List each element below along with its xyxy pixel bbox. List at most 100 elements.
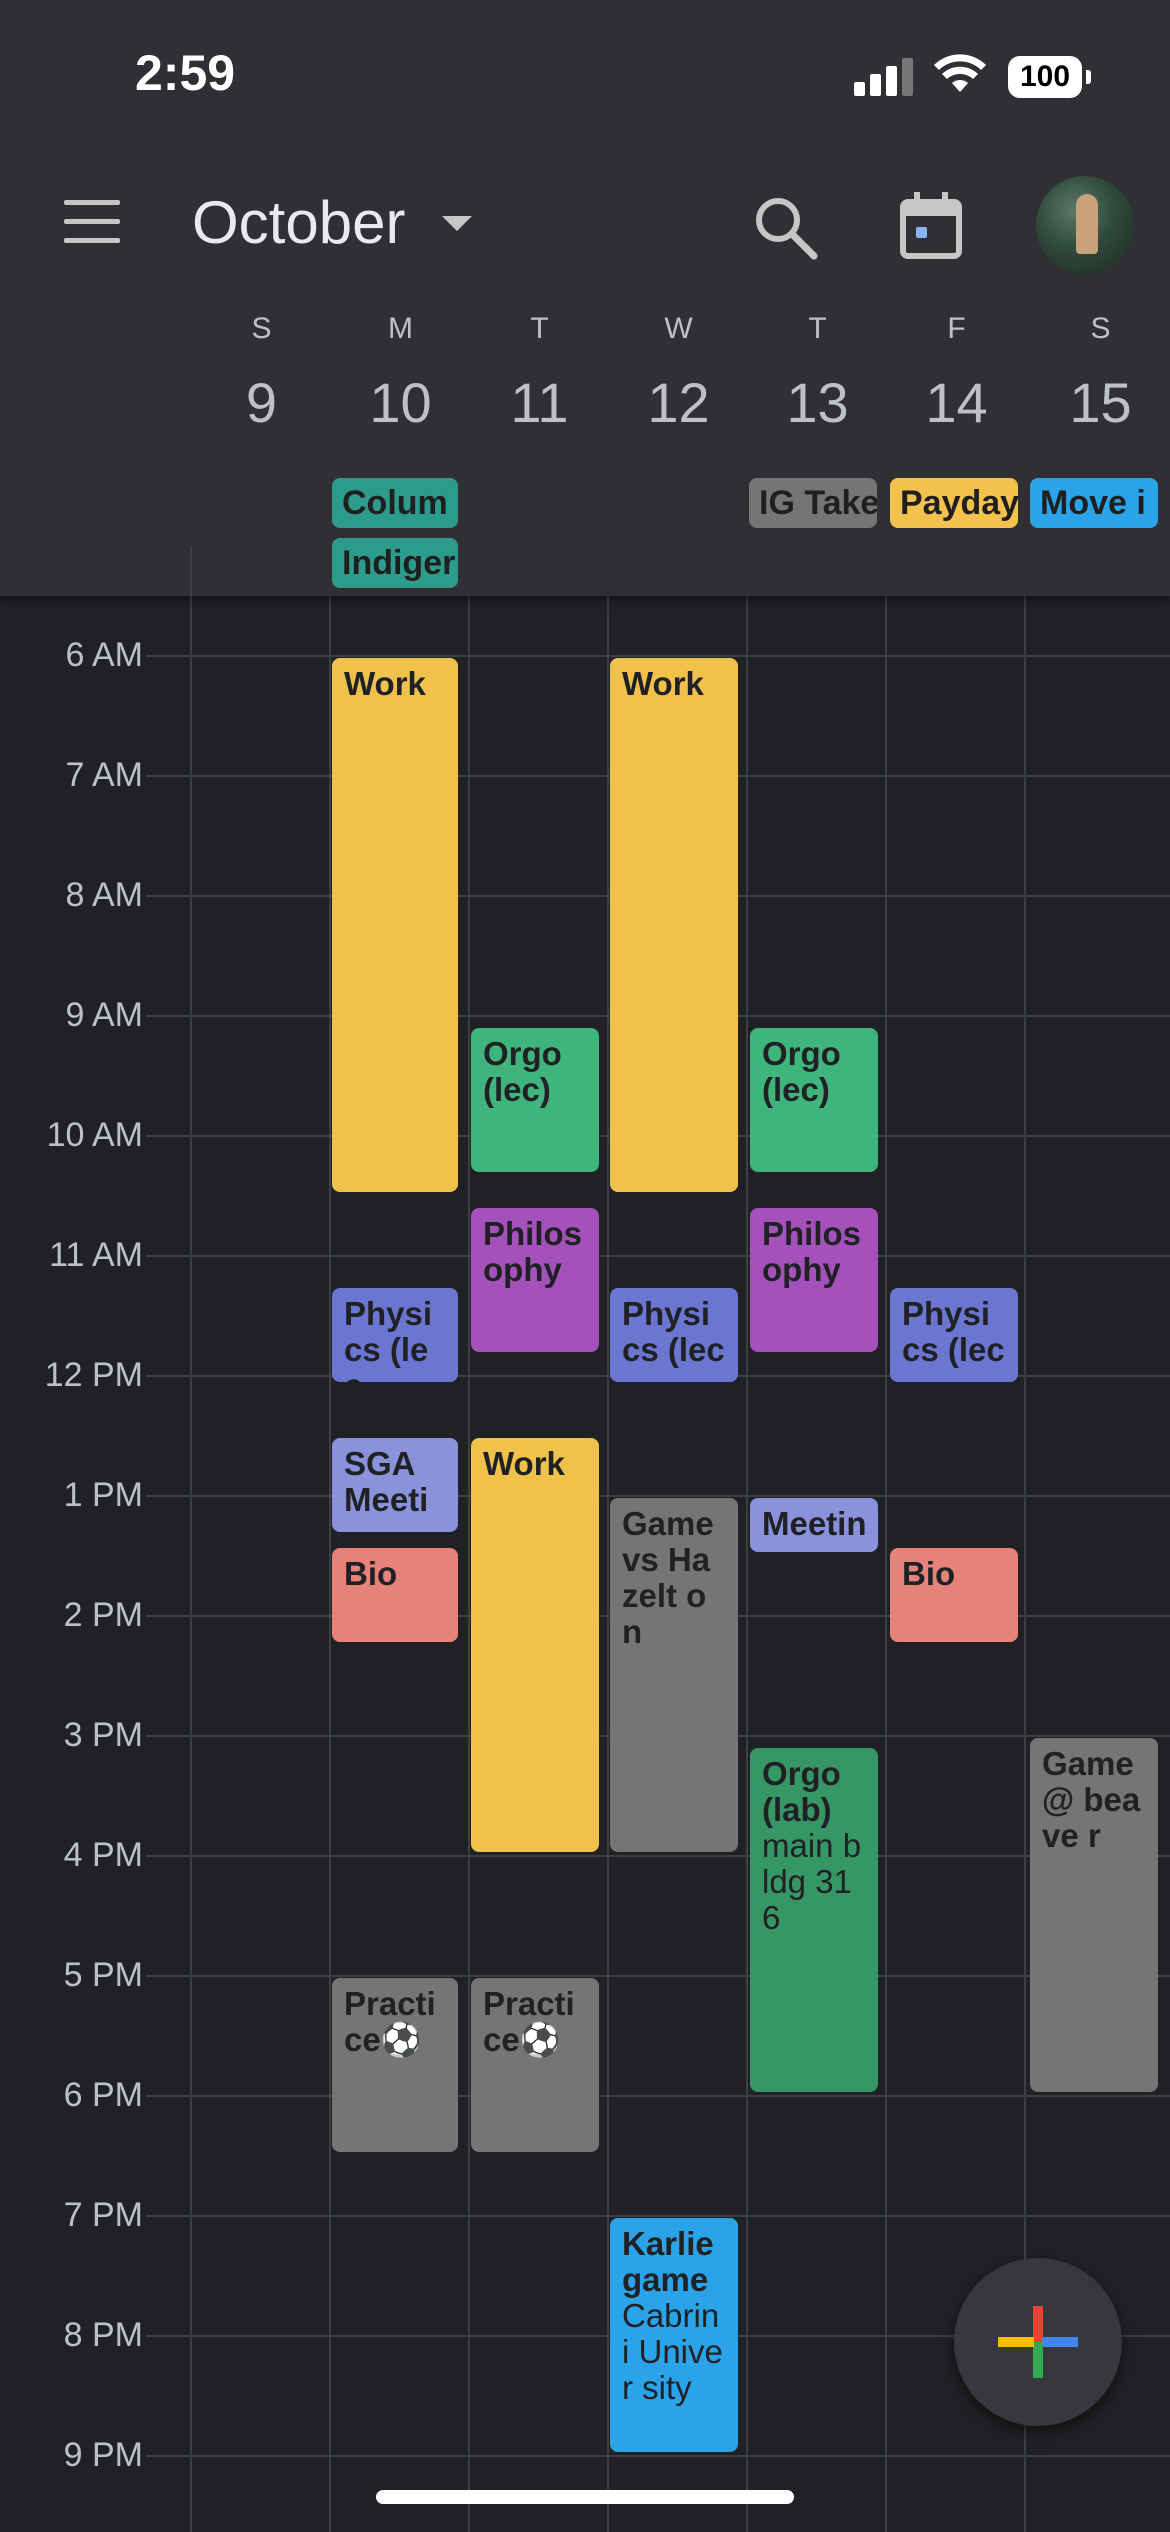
- battery-nub: [1086, 70, 1091, 84]
- event-title: Orgo (lec): [483, 1035, 562, 1108]
- create-event-button[interactable]: [954, 2258, 1122, 2426]
- event-title: Physi cs (lec: [902, 1295, 1005, 1368]
- event-title: Orgo (lab): [762, 1755, 841, 1828]
- grid-line: [468, 596, 470, 2532]
- day-number[interactable]: 15: [1031, 370, 1170, 435]
- event-title: Bio: [344, 1555, 398, 1592]
- event-title: Game vs Hazelt on: [622, 1505, 714, 1650]
- search-icon[interactable]: [750, 192, 820, 262]
- chevron-down-icon[interactable]: [442, 216, 472, 231]
- hour-label: 4 PM: [63, 1836, 143, 1874]
- grid-line: [1024, 596, 1026, 2532]
- event-title: Work: [622, 665, 704, 702]
- home-indicator[interactable]: [376, 2490, 794, 2504]
- event-title: Physi cs (lec: [622, 1295, 725, 1368]
- all-day-event[interactable]: IG Take: [749, 478, 877, 528]
- event-title: Practi ce⚽: [483, 1985, 575, 2058]
- calendar-event[interactable]: Karlie game Cabrin i Univer sity: [610, 2218, 738, 2452]
- grid-line: [329, 596, 331, 2532]
- day-of-week: S: [1090, 312, 1111, 345]
- hour-label: 9 PM: [63, 2436, 143, 2474]
- grid-line: [746, 596, 748, 2532]
- day-number[interactable]: 12: [609, 370, 748, 435]
- hour-label: 2 PM: [63, 1596, 143, 1634]
- hour-label: 9 AM: [65, 996, 143, 1034]
- all-day-event[interactable]: Colum: [332, 478, 458, 528]
- week-grid[interactable]: 6 AM 7 AM 8 AM 9 AM 10 AM 11 AM 12 PM 1 …: [0, 596, 1170, 2532]
- menu-button[interactable]: [64, 200, 124, 244]
- grid-line: [607, 596, 609, 2532]
- event-title: Orgo (lec): [762, 1035, 841, 1108]
- hour-label: 8 PM: [63, 2316, 143, 2354]
- hour-line: [146, 1975, 1170, 1977]
- hour-label: 8 AM: [65, 876, 143, 914]
- event-title: Meetin: [762, 1505, 867, 1542]
- event-title: Philos ophy: [483, 1215, 583, 1288]
- hour-line: [146, 2455, 1170, 2457]
- hour-line: [146, 655, 1170, 657]
- hour-label: 12 PM: [44, 1356, 143, 1394]
- hour-label: 7 PM: [63, 2196, 143, 2234]
- event-title: Work: [483, 1445, 565, 1482]
- event-location: main bldg 316: [762, 1827, 862, 1936]
- grid-line: [190, 596, 192, 2532]
- event-title: SGA Meeti: [344, 1445, 429, 1518]
- account-avatar[interactable]: [1036, 176, 1134, 274]
- hour-label: 5 PM: [63, 1956, 143, 1994]
- calendar-event[interactable]: Practi ce⚽: [471, 1978, 599, 2152]
- calendar-event[interactable]: Meetin: [750, 1498, 878, 1552]
- hour-label: 11 AM: [49, 1236, 143, 1274]
- day-of-week: S: [251, 312, 272, 345]
- event-title: Philos ophy: [762, 1215, 862, 1288]
- calendar-event[interactable]: Game @ beave r: [1030, 1738, 1158, 2092]
- hour-label: 6 AM: [65, 636, 143, 674]
- calendar-event[interactable]: Bio: [332, 1548, 458, 1642]
- calendar-event[interactable]: Work: [471, 1438, 599, 1852]
- grid-line: [190, 546, 192, 596]
- event-location: Cabrin i Univer sity: [622, 2297, 723, 2406]
- calendar-event[interactable]: Orgo (lab) main bldg 316: [750, 1748, 878, 2092]
- calendar-event[interactable]: Physi cs (lec: [332, 1288, 458, 1382]
- calendar-event[interactable]: Philos ophy: [750, 1208, 878, 1352]
- day-number[interactable]: 9: [192, 370, 331, 435]
- cellular-signal-icon: [854, 58, 914, 96]
- calendar-event[interactable]: Practi ce⚽: [332, 1978, 458, 2152]
- day-number[interactable]: 14: [887, 370, 1026, 435]
- month-title[interactable]: October: [192, 188, 405, 257]
- event-title: Work: [344, 665, 426, 702]
- app-header: 2:59 100 October S M T W T F S 9 10 11 1…: [0, 0, 1170, 596]
- event-title: Bio: [902, 1555, 956, 1592]
- calendar-event[interactable]: Work: [610, 658, 738, 1192]
- event-title: Karlie game: [622, 2225, 714, 2298]
- all-day-event[interactable]: Move i: [1030, 478, 1158, 528]
- day-number[interactable]: 10: [331, 370, 470, 435]
- day-number[interactable]: 11: [470, 370, 609, 435]
- hour-line: [146, 2095, 1170, 2097]
- day-number[interactable]: 13: [748, 370, 887, 435]
- hour-line: [146, 1255, 1170, 1257]
- event-title: Game @ beave r: [1042, 1745, 1141, 1854]
- all-day-event[interactable]: Payday: [890, 478, 1018, 528]
- calendar-event[interactable]: Orgo (lec): [750, 1028, 878, 1172]
- all-day-event[interactable]: Indiger: [332, 538, 458, 588]
- calendar-event[interactable]: Physi cs (lec: [610, 1288, 738, 1382]
- hour-label: 10 AM: [46, 1116, 143, 1154]
- event-title: Practi ce⚽: [344, 1985, 436, 2058]
- hour-line: [146, 2215, 1170, 2217]
- calendar-event[interactable]: Physi cs (lec: [890, 1288, 1018, 1382]
- calendar-event[interactable]: Philos ophy: [471, 1208, 599, 1352]
- plus-icon: [998, 2306, 1078, 2378]
- day-of-week: T: [530, 312, 549, 345]
- calendar-event[interactable]: Orgo (lec): [471, 1028, 599, 1172]
- day-of-week: T: [808, 312, 827, 345]
- calendar-event[interactable]: Work: [332, 658, 458, 1192]
- hour-label: 3 PM: [63, 1716, 143, 1754]
- hour-label: 7 AM: [65, 756, 143, 794]
- event-title: Physi cs (lec: [344, 1295, 433, 1383]
- calendar-today-icon[interactable]: [896, 190, 966, 260]
- hour-line: [146, 1855, 1170, 1857]
- calendar-event[interactable]: Game vs Hazelt on: [610, 1498, 738, 1852]
- calendar-event[interactable]: Bio: [890, 1548, 1018, 1642]
- calendar-event[interactable]: SGA Meeti: [332, 1438, 458, 1532]
- grid-line: [885, 596, 887, 2532]
